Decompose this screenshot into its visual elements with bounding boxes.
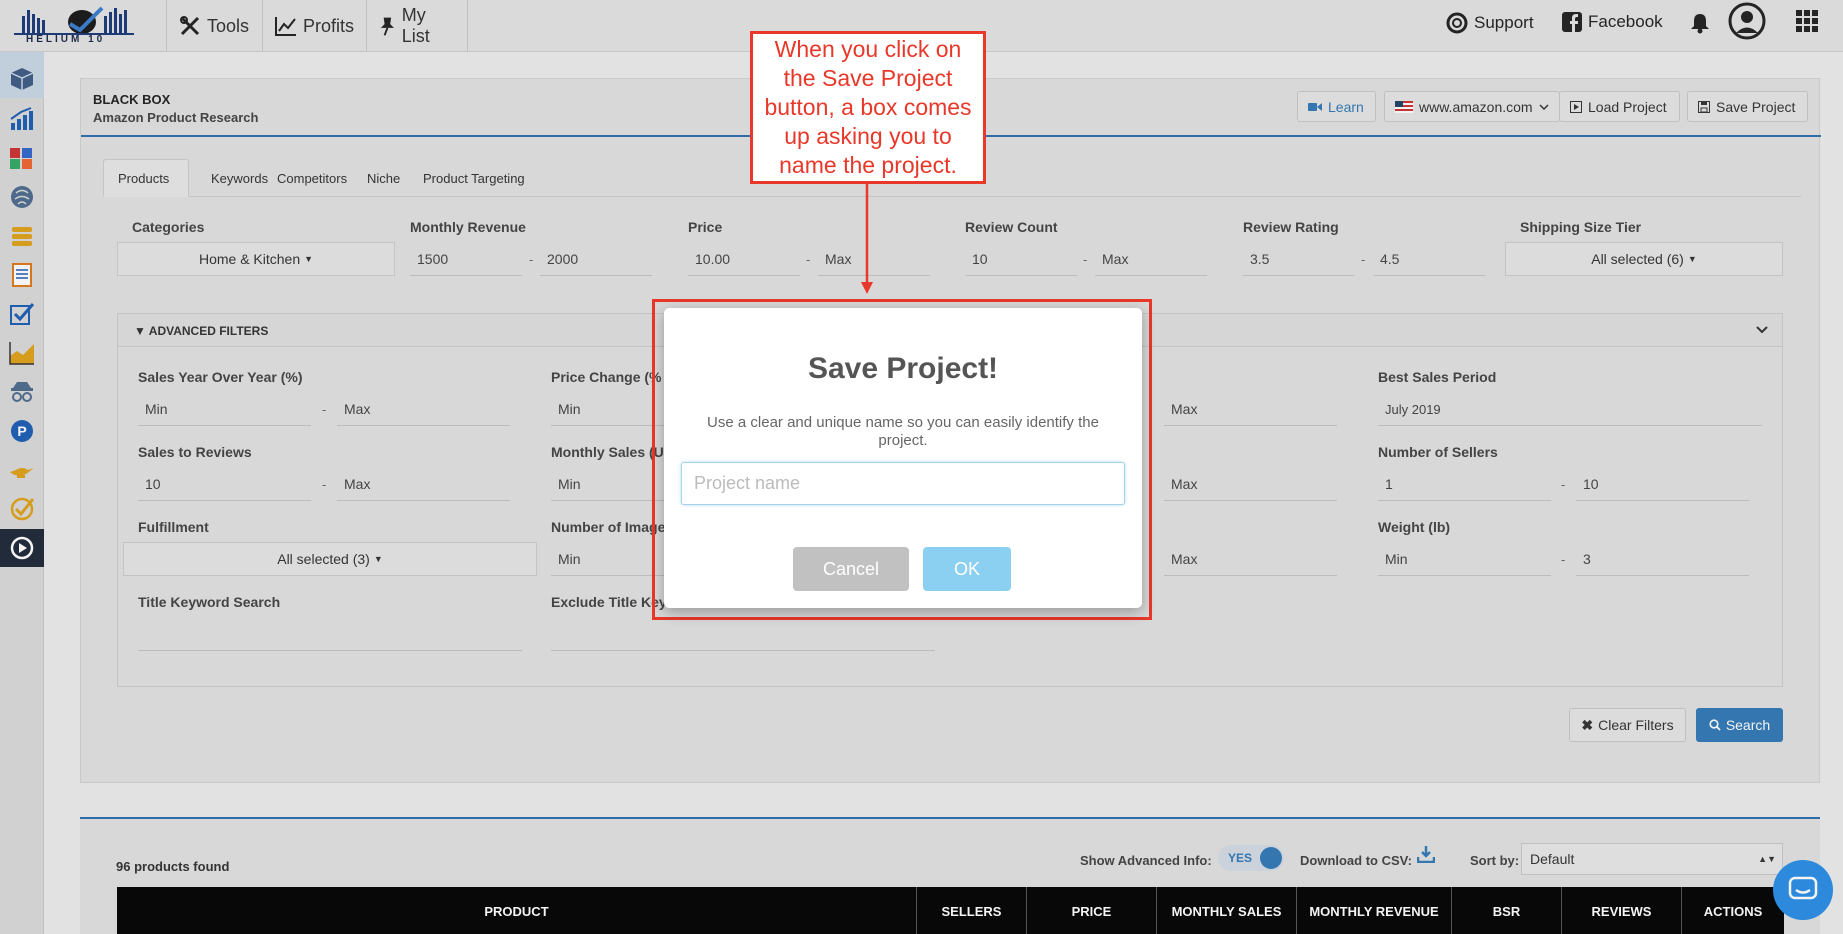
save-project-modal: Save Project! Use a clear and unique nam… [664,308,1142,608]
annotation-arrow-icon [861,184,873,294]
ok-button[interactable]: OK [923,547,1011,591]
annotation-text: When you click on the Save Project butto… [764,36,972,178]
project-name-input[interactable] [681,462,1125,505]
modal-title: Save Project! [807,352,999,385]
modal-description: Use a clear and unique name so you can e… [707,414,1099,449]
annotation-callout: When you click on the Save Project butto… [750,31,986,184]
cancel-button[interactable]: Cancel [793,547,909,591]
